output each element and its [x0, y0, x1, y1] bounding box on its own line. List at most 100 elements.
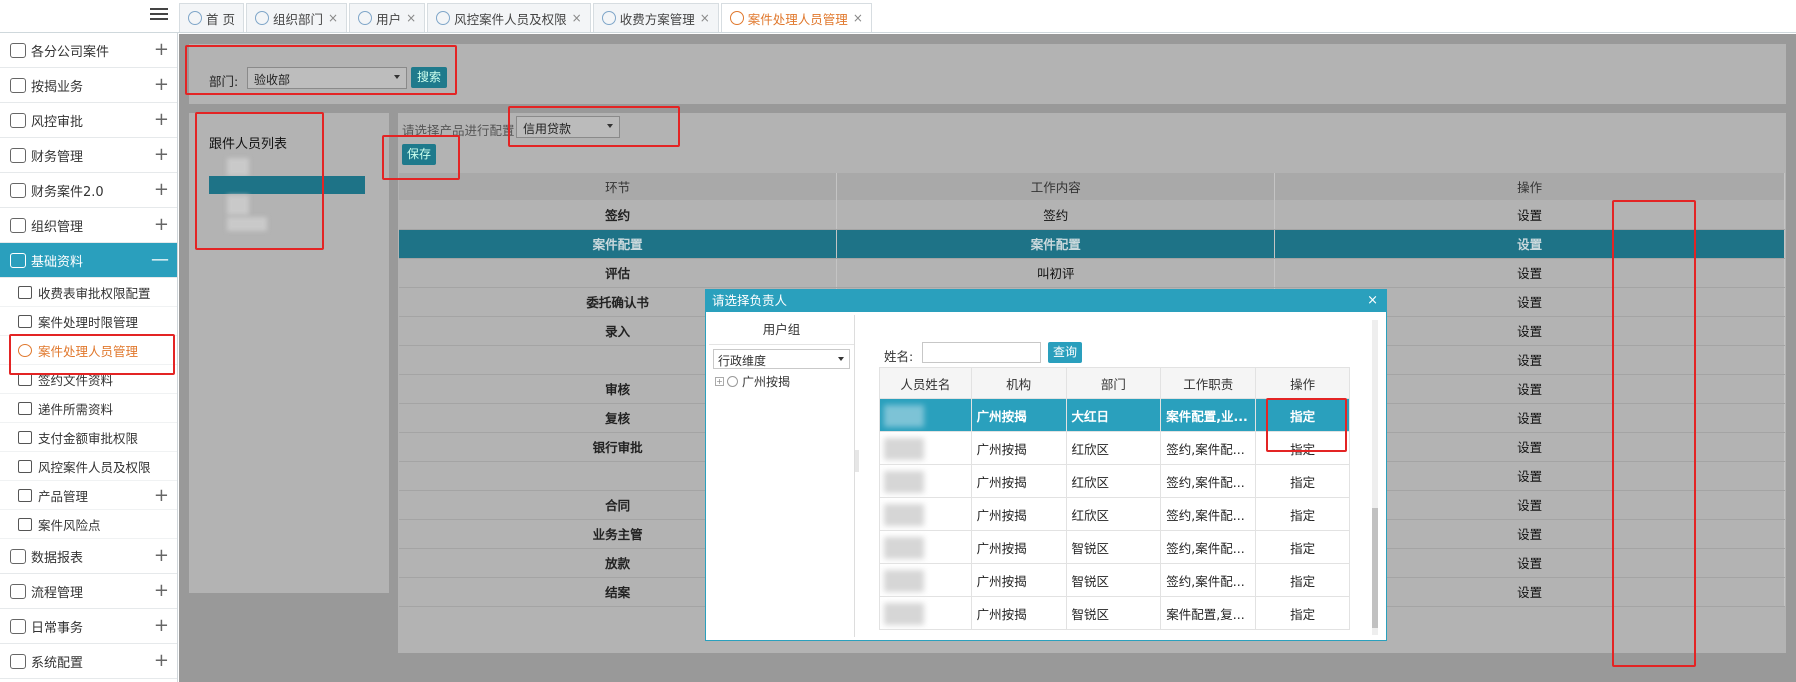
- assign-button[interactable]: 指定: [1255, 563, 1350, 597]
- expand-icon[interactable]: +: [154, 111, 169, 129]
- person-name-cell: [879, 497, 972, 531]
- save-button[interactable]: 保存: [402, 144, 436, 165]
- expand-icon[interactable]: +: [154, 146, 169, 164]
- sidebar-subitem[interactable]: 递件所需资料: [0, 394, 177, 423]
- user-icon: [729, 11, 744, 25]
- assign-button[interactable]: 指定: [1255, 464, 1350, 498]
- duty-cell: 签约,案件配...: [1160, 530, 1257, 564]
- table-row[interactable]: 广州按揭 红欣区 签约,案件配... 指定: [879, 464, 1350, 498]
- set-button[interactable]: 设置: [1274, 258, 1785, 288]
- sidebar-subitem-label: 递件所需资料: [38, 401, 114, 417]
- table-row[interactable]: 广州按揭 智锐区 案件配置,复... 指定: [879, 596, 1350, 630]
- product-select[interactable]: 信用贷款: [516, 116, 620, 138]
- expand-icon[interactable]: +: [154, 41, 169, 59]
- sidebar-subitem[interactable]: 案件风险点: [0, 510, 177, 539]
- department-filter-bar: 部门: 验收部 搜索: [189, 44, 1786, 104]
- assign-button[interactable]: 指定: [1255, 431, 1350, 465]
- close-icon[interactable]: ×: [1367, 290, 1378, 312]
- tab-1[interactable]: 组织部门 ×: [245, 3, 348, 32]
- sidebar-item[interactable]: 财务案件2.0 +: [0, 173, 177, 208]
- set-button[interactable]: 设置: [1274, 229, 1785, 259]
- expand-icon[interactable]: +: [154, 485, 169, 506]
- assign-button[interactable]: 指定: [1255, 596, 1350, 630]
- close-icon[interactable]: ×: [700, 11, 710, 25]
- expand-icon[interactable]: +: [154, 547, 169, 565]
- close-icon[interactable]: ×: [853, 11, 863, 25]
- column-header: 操作: [1255, 367, 1350, 399]
- sidebar-item[interactable]: 流程管理 +: [0, 574, 177, 609]
- column-header: 部门: [1065, 367, 1162, 399]
- pane-splitter-handle[interactable]: [855, 450, 859, 472]
- assign-button[interactable]: 指定: [1255, 530, 1350, 564]
- table-row[interactable]: 广州按揭 智锐区 签约,案件配... 指定: [879, 530, 1350, 564]
- expand-icon[interactable]: +: [154, 617, 169, 635]
- sidebar-item-basic-data[interactable]: 基础资料 —: [0, 243, 177, 278]
- sidebar-subitem[interactable]: 案件处理人员管理: [0, 336, 177, 365]
- sidebar-item[interactable]: 数据报表 +: [0, 539, 177, 574]
- tab-2[interactable]: 用户 ×: [349, 3, 426, 32]
- scrollbar-thumb[interactable]: [1372, 508, 1378, 628]
- staff-list-title: 跟件人员列表: [209, 137, 288, 152]
- table-row[interactable]: 评估 叫初评 设置: [399, 258, 1785, 288]
- stage-cell: 评估: [399, 258, 838, 288]
- expand-icon[interactable]: +: [715, 377, 724, 386]
- tab-4[interactable]: 收费方案管理 ×: [592, 3, 719, 32]
- sidebar-subitem[interactable]: 案件处理时限管理: [0, 307, 177, 336]
- collapse-icon[interactable]: —: [151, 251, 169, 269]
- sidebar-item-label: 数据报表: [31, 550, 84, 566]
- tab-3[interactable]: 风控案件人员及权限 ×: [427, 3, 591, 32]
- table-row[interactable]: 签约 签约 设置: [399, 200, 1785, 230]
- query-button[interactable]: 查询: [1048, 342, 1082, 363]
- tree-node[interactable]: + 广州按揭: [715, 373, 854, 390]
- table-header-row: 环节 工作内容 操作: [399, 173, 1785, 200]
- tab-5[interactable]: 案件处理人员管理 ×: [720, 3, 872, 32]
- assign-button[interactable]: 指定: [1255, 398, 1350, 432]
- staff-list-item-selected[interactable]: [209, 176, 365, 194]
- table-row[interactable]: 广州按揭 智锐区 签约,案件配... 指定: [879, 563, 1350, 597]
- sidebar-item[interactable]: 财务管理 +: [0, 138, 177, 173]
- expand-icon[interactable]: +: [154, 582, 169, 600]
- sidebar-item[interactable]: 系统配置 +: [0, 644, 177, 679]
- set-button[interactable]: 设置: [1274, 200, 1785, 230]
- sidebar-subitem[interactable]: 产品管理 +: [0, 481, 177, 510]
- tab-label: 用户: [376, 11, 402, 27]
- close-icon[interactable]: ×: [406, 11, 416, 25]
- close-icon[interactable]: ×: [328, 11, 338, 25]
- sidebar-item[interactable]: 按揭业务 +: [0, 68, 177, 103]
- expand-icon[interactable]: +: [154, 76, 169, 94]
- department-select[interactable]: 验收部: [247, 67, 407, 89]
- dept-cell: 红欣区: [1065, 464, 1162, 498]
- sidebar-item[interactable]: 日常事务 +: [0, 609, 177, 644]
- sidebar-menu-top: 各分公司案件 + 按揭业务 + 风控审批 + 财务管理 + 财务案件2.0 + 组织管理 +: [0, 33, 177, 243]
- table-row[interactable]: 广州按揭 红欣区 签约,案件配... 指定: [879, 497, 1350, 531]
- person-name-cell: [879, 530, 972, 564]
- scrollbar[interactable]: [1372, 320, 1378, 635]
- sidebar-subitem[interactable]: 收费表审批权限配置: [0, 278, 177, 307]
- group-dimension-select[interactable]: 行政维度: [713, 349, 850, 369]
- tab-0[interactable]: 首 页: [179, 3, 244, 32]
- sidebar-item[interactable]: 组织管理 +: [0, 208, 177, 243]
- shield-icon: [18, 517, 32, 531]
- sidebar-item[interactable]: 各分公司案件 +: [0, 33, 177, 68]
- list-icon: [18, 285, 32, 299]
- sidebar-subitem[interactable]: 风控案件人员及权限: [0, 452, 177, 481]
- assign-button[interactable]: 指定: [1255, 497, 1350, 531]
- sidebar-subitem[interactable]: 支付金额审批权限: [0, 423, 177, 452]
- sidebar-subitem[interactable]: 签约文件资料: [0, 365, 177, 394]
- table-row[interactable]: 广州按揭 大红日 案件配置,业... 指定: [879, 398, 1350, 432]
- doc-icon: [18, 488, 32, 502]
- table-row[interactable]: 广州按揭 红欣区 签约,案件配... 指定: [879, 431, 1350, 465]
- expand-icon[interactable]: +: [154, 652, 169, 670]
- name-search-input[interactable]: [922, 342, 1041, 363]
- expand-icon[interactable]: +: [154, 216, 169, 234]
- search-button[interactable]: 搜索: [411, 67, 447, 88]
- duty-cell: 签约,案件配...: [1160, 464, 1257, 498]
- product-select-value: 信用贷款: [523, 122, 572, 136]
- table-row[interactable]: 案件配置 案件配置 设置: [399, 229, 1785, 259]
- column-header: 工作职责: [1160, 367, 1257, 399]
- collapse-menu-icon[interactable]: [150, 8, 168, 24]
- sidebar-item[interactable]: 风控审批 +: [0, 103, 177, 138]
- close-icon[interactable]: ×: [572, 11, 582, 25]
- table-header-row: 人员姓名 机构 部门 工作职责 操作: [879, 367, 1350, 399]
- expand-icon[interactable]: +: [154, 181, 169, 199]
